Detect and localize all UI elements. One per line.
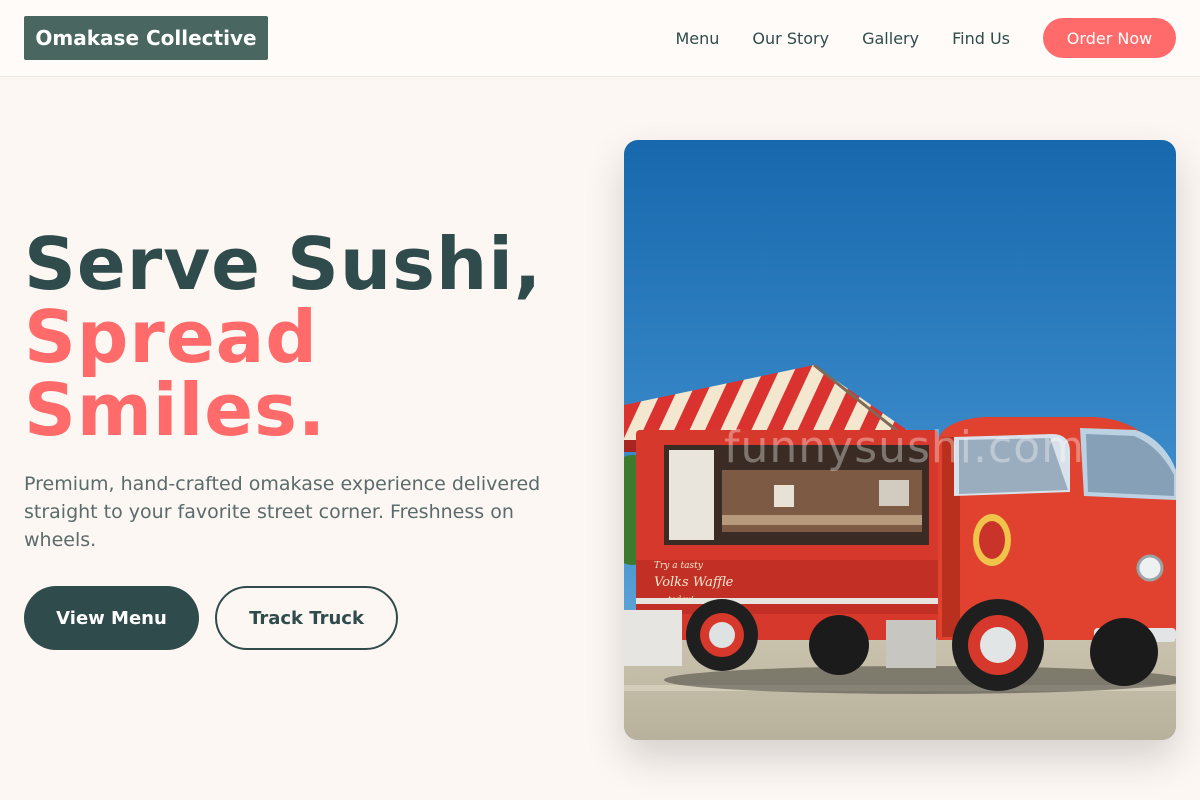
main-nav: Menu Our Story Gallery Find Us Order Now [675,18,1176,58]
order-now-button[interactable]: Order Now [1043,18,1176,58]
brand-logo[interactable]: Omakase Collective [24,16,268,60]
nav-link-gallery[interactable]: Gallery [862,29,919,48]
hero-food-truck-image: Try a tasty Volks Waffle today! funnysus… [624,140,1176,740]
headline-line-2: Spread [24,295,318,379]
truck-sign-text-3: today! [668,595,694,604]
nav-link-find-us[interactable]: Find Us [952,29,1010,48]
headline-line-3: Smiles. [24,368,327,452]
hero-headline: Serve Sushi, Spread Smiles. [24,228,542,447]
nav-link-menu[interactable]: Menu [675,29,719,48]
track-truck-button[interactable]: Track Truck [215,586,398,650]
headline-line-1: Serve Sushi, [24,222,543,306]
image-watermark: funnysushi.com [724,422,1085,473]
truck-sign-text-1: Try a tasty [654,561,704,571]
truck-sign-text-2: Volks Waffle [654,575,734,590]
site-header: Omakase Collective Menu Our Story Galler… [0,0,1200,77]
hero-subtitle: Premium, hand-crafted omakase experience… [24,473,541,551]
view-menu-button[interactable]: View Menu [24,586,199,650]
nav-link-our-story[interactable]: Our Story [752,29,829,48]
